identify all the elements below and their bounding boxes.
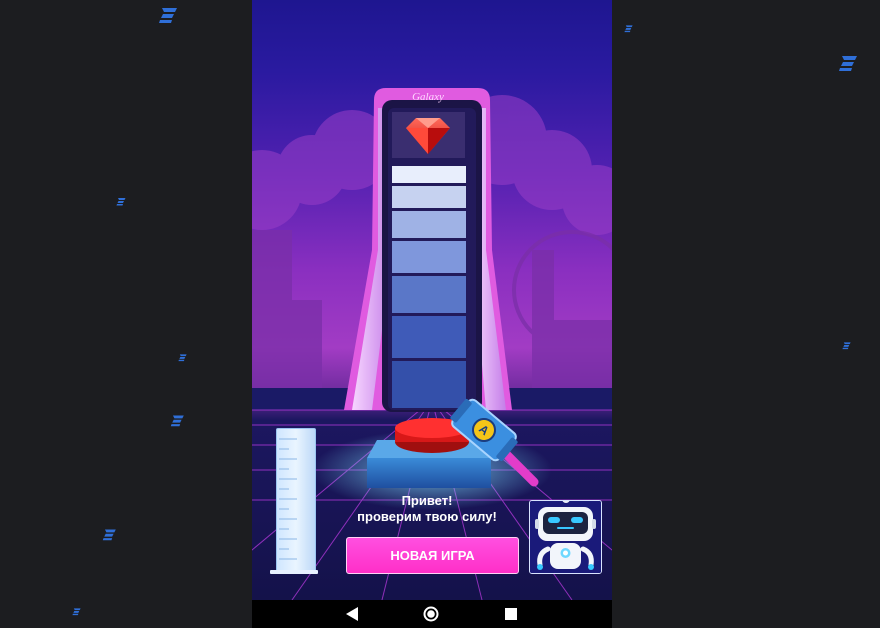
brand-logo-icon (838, 54, 860, 72)
recents-square-icon[interactable] (503, 606, 519, 622)
greeting-line-2: проверим твою силу! (357, 509, 497, 524)
right-letterbox (612, 0, 880, 628)
greeting-line-1: Привет! (401, 493, 453, 508)
brand-logo-icon (102, 528, 118, 541)
new-game-button[interactable]: НОВАЯ ИГРА (346, 537, 519, 574)
brand-logo-icon (624, 20, 634, 33)
home-circle-icon[interactable] (423, 606, 439, 622)
left-letterbox (0, 0, 252, 628)
power-meter-segments (392, 166, 466, 408)
robot-icon (530, 501, 601, 573)
brand-logo-icon (170, 414, 186, 427)
brand-logo-icon (158, 6, 180, 24)
back-triangle-icon[interactable] (344, 606, 360, 622)
android-navigation-bar (252, 600, 612, 628)
tower-label: Galaxy (412, 91, 444, 103)
brand-logo-icon (178, 349, 188, 362)
greeting-text: Привет! проверим твою силу! (342, 493, 512, 525)
pedestal (367, 458, 491, 488)
strength-gauge (276, 428, 316, 572)
robot-mascot-card (529, 500, 602, 574)
game-viewport: Galaxy A Привет! проверим твою силу! НОВ… (252, 0, 612, 600)
brand-logo-icon (842, 337, 852, 350)
brand-logo-icon (116, 193, 127, 206)
gauge-ticks (279, 438, 297, 560)
gauge-base (270, 570, 318, 574)
brand-logo-icon (72, 603, 82, 616)
